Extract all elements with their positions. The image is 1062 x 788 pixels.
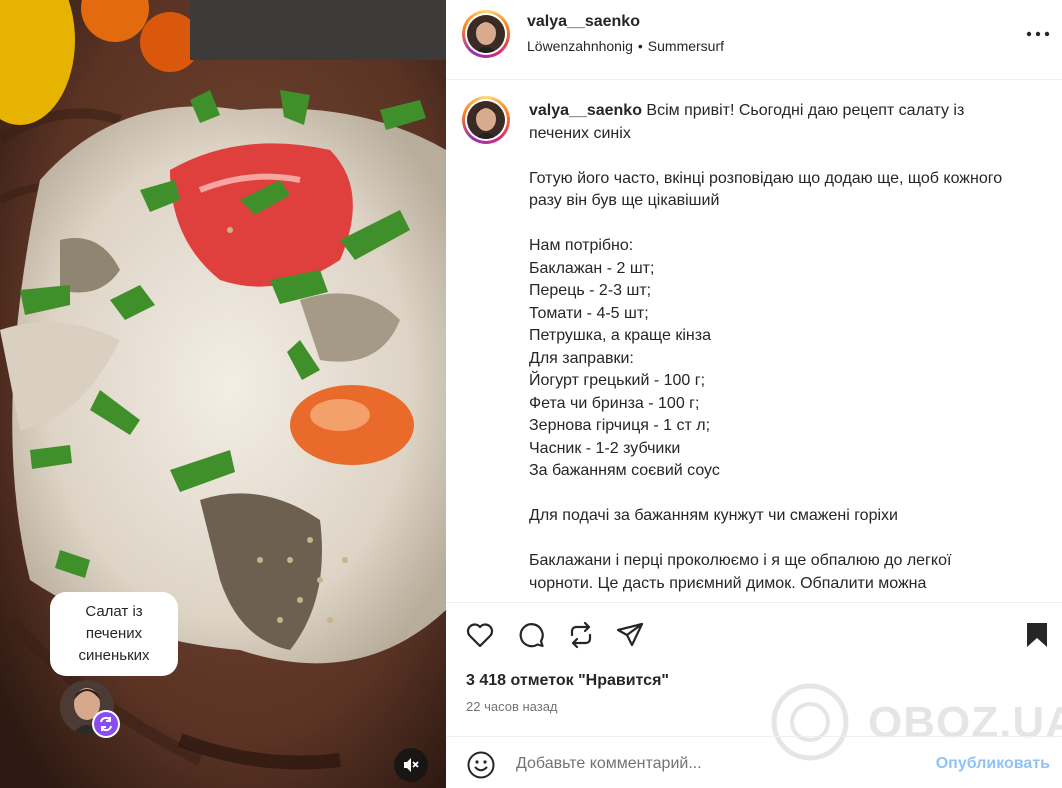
post-header: valya__saenko Löwenzahnhonig • Summersurf [446, 0, 1062, 80]
audio-link[interactable]: Summersurf [648, 38, 724, 54]
speaker-muted-icon[interactable] [394, 748, 428, 782]
post-timestamp[interactable]: 22 часов назад [466, 699, 558, 714]
bookmark-icon[interactable] [1021, 619, 1053, 651]
heart-icon[interactable] [464, 619, 496, 651]
remix-icon[interactable] [92, 710, 120, 738]
header-audio-info: Löwenzahnhonig • Summersurf [527, 38, 724, 54]
repost-icon[interactable] [565, 619, 597, 651]
reel-text-bubble: Салат із печених синеньких [50, 592, 178, 676]
header-avatar[interactable] [462, 10, 510, 58]
likes-count[interactable]: 3 418 отметок "Нравится" [466, 672, 669, 690]
post-details-panel: valya__saenko Löwenzahnhonig • Summersurf … [446, 0, 1062, 788]
caption-scroll-area[interactable]: valya__saenko Всім привіт! Сьогодні даю … [446, 80, 1062, 602]
more-horizontal-icon[interactable] [1022, 22, 1054, 46]
music-link[interactable]: Löwenzahnhonig [527, 38, 633, 54]
header-username[interactable]: valya__saenko [527, 13, 640, 31]
post-media[interactable]: Салат із печених синеньких [0, 0, 446, 788]
post-comment-button[interactable]: Опубликовать [936, 755, 1050, 773]
share-icon[interactable] [614, 619, 646, 651]
comment-icon[interactable] [515, 619, 547, 651]
caption-text: valya__saenko Всім привіт! Сьогодні даю … [529, 100, 1009, 595]
caption-avatar[interactable] [462, 96, 510, 144]
comment-input[interactable] [516, 752, 916, 776]
reel-bubble-text: Салат із печених синеньких [78, 603, 150, 664]
action-bar [446, 602, 1062, 672]
caption-body: Всім привіт! Сьогодні даю рецепт салату … [529, 102, 1003, 592]
separator-dot: • [637, 38, 643, 54]
emoji-icon[interactable] [466, 750, 496, 780]
caption-username[interactable]: valya__saenko [529, 102, 642, 119]
comment-bar: Опубликовать [446, 736, 1062, 788]
